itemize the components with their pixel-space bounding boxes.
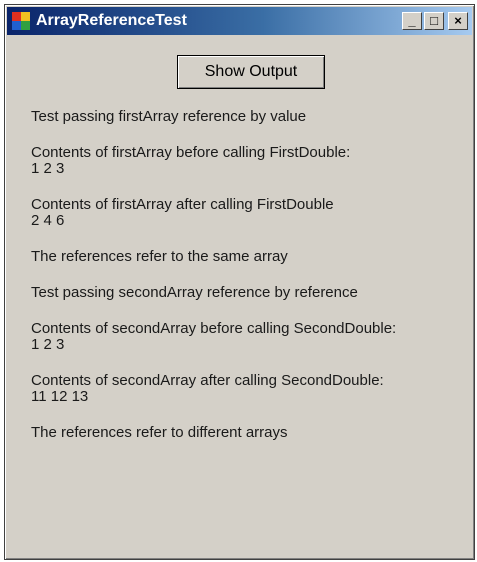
output-line: Contents of firstArray before calling Fi… [31,144,351,177]
show-output-button[interactable]: Show Output [177,55,325,89]
output-line: Test passing firstArray reference by val… [31,108,307,125]
output-label: Test passing firstArray reference by val… [31,109,467,461]
output-line: Contents of secondArray before calling S… [31,320,397,353]
close-button[interactable]: × [448,12,468,30]
client-area: Show Output Test passing firstArray refe… [7,35,472,557]
output-line: Contents of secondArray after calling Se… [31,372,384,405]
output-line: The references refer to the same array [31,248,288,265]
output-line: Contents of firstArray after calling Fir… [31,196,334,229]
window-title: ArrayReferenceTest [36,12,187,29]
output-line: Test passing secondArray reference by re… [31,284,358,301]
minimize-button[interactable]: _ [402,12,422,30]
maximize-button[interactable]: □ [424,12,444,30]
app-window: ArrayReferenceTest _ □ × Show Output Tes… [4,4,475,560]
title-bar[interactable]: ArrayReferenceTest _ □ × [7,7,472,35]
app-icon[interactable] [12,12,30,30]
output-line: The references refer to different arrays [31,424,288,441]
